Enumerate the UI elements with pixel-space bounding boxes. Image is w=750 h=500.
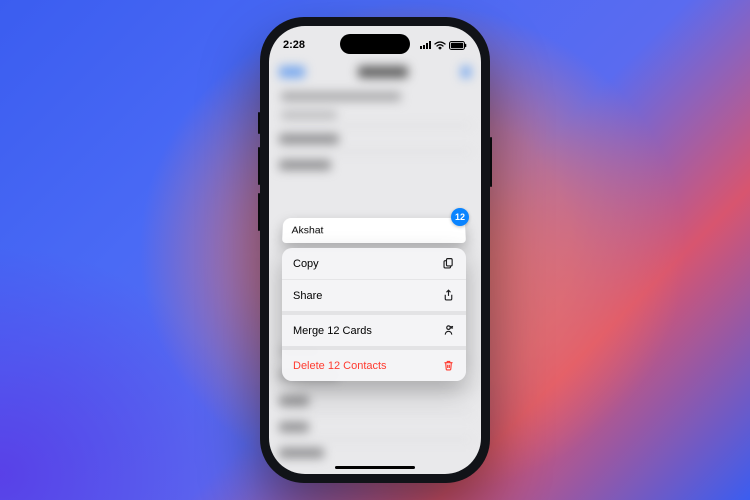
selected-contact-chip[interactable]: Akshat <box>282 218 466 243</box>
home-indicator[interactable] <box>335 466 415 469</box>
menu-label: Merge 12 Cards <box>293 325 372 337</box>
phone-frame: 2:28 <box>260 17 490 483</box>
selection-count-badge: 12 <box>451 208 469 226</box>
menu-label: Copy <box>293 258 319 270</box>
phone-screen: 2:28 <box>269 26 481 474</box>
share-icon <box>442 289 455 302</box>
menu-item-delete[interactable]: Delete 12 Contacts <box>282 346 466 381</box>
side-button-vol-up <box>258 147 260 185</box>
side-button-power <box>490 137 492 187</box>
selected-contact-name: Akshat <box>291 225 323 237</box>
side-button-silent <box>258 112 260 134</box>
menu-label: Share <box>293 290 322 302</box>
copy-icon <box>442 257 455 270</box>
side-button-vol-down <box>258 193 260 231</box>
merge-icon <box>442 324 455 337</box>
menu-item-copy[interactable]: Copy <box>282 248 466 279</box>
trash-icon <box>442 359 455 372</box>
context-menu: Copy Share Merge 12 Cards Delete 12 Cont… <box>282 248 466 381</box>
menu-label: Delete 12 Contacts <box>293 360 387 372</box>
menu-item-share[interactable]: Share <box>282 279 466 311</box>
menu-item-merge[interactable]: Merge 12 Cards <box>282 311 466 346</box>
wallpaper-background: 2:28 <box>0 0 750 500</box>
